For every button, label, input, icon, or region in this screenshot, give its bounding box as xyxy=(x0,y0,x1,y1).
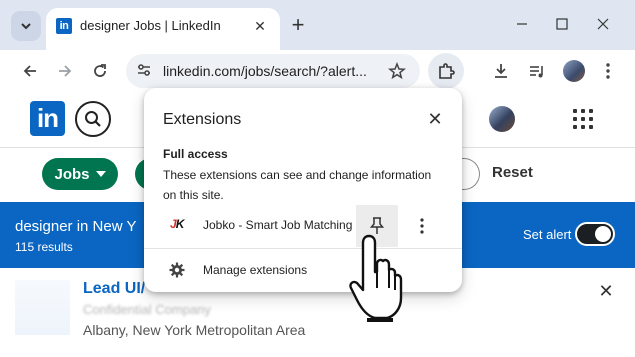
extensions-puzzle-icon[interactable] xyxy=(428,53,464,89)
set-alert-label: Set alert xyxy=(523,227,572,242)
linkedin-favicon-icon: in xyxy=(56,18,72,34)
minimize-icon[interactable] xyxy=(510,12,534,36)
job-title-link[interactable]: Lead UI/ xyxy=(83,280,145,298)
search-title: designer in New Y xyxy=(15,218,137,235)
reading-list-icon[interactable] xyxy=(523,57,551,85)
jobs-filter-label: Jobs xyxy=(54,165,90,183)
site-settings-icon[interactable] xyxy=(136,62,152,83)
extension-more-icon[interactable] xyxy=(412,214,432,238)
jobko-logo-icon: JK xyxy=(170,217,184,231)
company-name: Confidential Company xyxy=(83,302,211,317)
company-logo xyxy=(15,280,70,335)
alert-toggle[interactable] xyxy=(575,222,615,246)
download-icon[interactable] xyxy=(487,57,515,85)
tab-search-icon[interactable] xyxy=(11,11,41,41)
browser-tab[interactable]: in designer Jobs | LinkedIn ✕ xyxy=(46,8,280,50)
bookmark-star-icon[interactable] xyxy=(383,57,411,85)
jobs-filter-button[interactable]: Jobs xyxy=(42,158,118,190)
linkedin-logo-icon[interactable]: in xyxy=(30,101,65,136)
toggle-knob xyxy=(595,226,611,242)
dismiss-icon[interactable]: ✕ xyxy=(597,281,615,301)
profile-avatar[interactable] xyxy=(563,60,585,82)
tab-strip: in designer Jobs | LinkedIn ✕ + xyxy=(0,0,635,50)
address-bar[interactable]: linkedin.com/jobs/search/?alert... xyxy=(126,54,420,88)
forward-icon[interactable] xyxy=(51,57,79,85)
window-close-icon[interactable] xyxy=(591,12,615,36)
job-location: Albany, New York Metropolitan Area xyxy=(83,322,306,338)
close-icon[interactable]: ✕ xyxy=(424,108,446,130)
extension-name: Jobko - Smart Job Matching xyxy=(203,218,353,232)
new-tab-icon[interactable]: + xyxy=(286,13,310,37)
full-access-description: These extensions can see and change info… xyxy=(163,168,432,202)
search-icon[interactable] xyxy=(75,101,111,137)
hand-cursor-icon xyxy=(349,234,403,322)
caret-down-icon xyxy=(95,171,106,177)
avatar[interactable] xyxy=(489,106,515,132)
maximize-icon[interactable] xyxy=(550,12,574,36)
browser-toolbar: linkedin.com/jobs/search/?alert... xyxy=(0,50,635,92)
divider xyxy=(144,248,462,249)
manage-extensions-label: Manage extensions xyxy=(203,263,308,277)
reset-button[interactable]: Reset xyxy=(492,164,533,181)
popup-title: Extensions xyxy=(163,111,242,128)
back-icon[interactable] xyxy=(16,57,44,85)
reload-icon[interactable] xyxy=(86,57,114,85)
results-count: 115 results xyxy=(15,240,73,254)
extensions-popup: Extensions ✕ Full access These extension… xyxy=(144,88,462,292)
more-menu-icon[interactable] xyxy=(594,57,622,85)
tab-title: designer Jobs | LinkedIn xyxy=(80,18,221,33)
browser-window: in designer Jobs | LinkedIn ✕ + linkedin… xyxy=(0,0,635,357)
url-text: linkedin.com/jobs/search/?alert... xyxy=(163,63,367,79)
manage-extensions-item[interactable]: Manage extensions xyxy=(144,252,462,288)
extension-row-jobko[interactable]: JK Jobko - Smart Job Matching xyxy=(144,204,462,247)
close-icon[interactable]: ✕ xyxy=(250,16,270,36)
gear-icon xyxy=(168,261,186,284)
full-access-heading: Full access xyxy=(163,147,228,161)
apps-grid-icon[interactable] xyxy=(573,109,593,129)
